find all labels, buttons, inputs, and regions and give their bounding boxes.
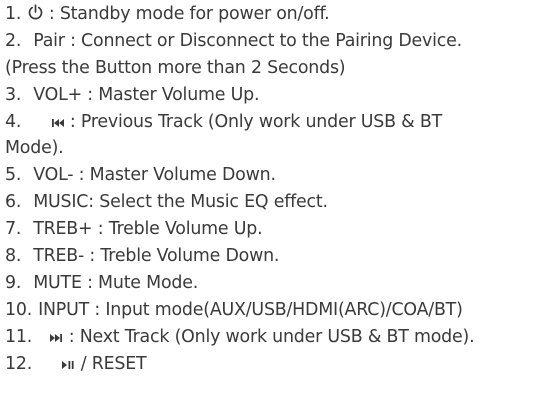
item-text: : Next Track (Only work under USB & BT m… (68, 326, 475, 347)
item-text: : Standby mode for power on/off. (48, 4, 330, 24)
item-text: Pair : Connect or Disconnect to the Pair… (33, 30, 462, 51)
item-number: 12. (5, 353, 33, 374)
instruction-line-12: 12. / RESET (5, 351, 544, 378)
item-text: TREB+ : Treble Volume Up. (33, 219, 263, 240)
previous-track-icon (51, 117, 65, 129)
instruction-line-2: 2. Pair : Connect or Disconnect to the Pa… (5, 28, 544, 55)
instruction-line-8: 8. TREB- : Treble Volume Down. (5, 243, 544, 270)
instruction-line-4: 4. : Previous Track (Only work under USB… (5, 109, 544, 136)
instruction-line-1: 1. : Standby mode for power on/off. (5, 1, 544, 28)
item-text: VOL+ : Master Volume Up. (33, 84, 260, 105)
item-text: : Previous Track (Only work under USB & … (69, 111, 442, 132)
item-number: 10. (5, 299, 33, 320)
item-number: 7. (5, 219, 22, 240)
item-text: INPUT : Input mode(AUX/USB/HDMI(ARC)/COA… (38, 299, 463, 320)
item-number: 8. (5, 246, 22, 267)
instruction-line-4-continued: Mode). (5, 135, 544, 162)
instruction-line-3: 3. VOL+ : Master Volume Up. (5, 82, 544, 109)
instruction-line-5: 5. VOL- : Master Volume Down. (5, 162, 544, 189)
item-number: 11. (5, 326, 33, 347)
item-text: TREB- : Treble Volume Down. (33, 246, 280, 267)
item-number: 6. (5, 192, 22, 213)
instruction-line-11: 11. : Next Track (Only work under USB & … (5, 324, 544, 351)
instruction-line-2-continued: (Press the Button more than 2 Seconds) (5, 55, 544, 82)
item-text: VOL- : Master Volume Down. (33, 165, 276, 186)
power-icon (27, 4, 44, 21)
item-text: Mode). (5, 138, 64, 159)
instruction-line-7: 7. TREB+ : Treble Volume Up. (5, 216, 544, 243)
item-text: MUTE : Mute Mode. (33, 272, 199, 293)
item-number: 3. (5, 84, 22, 105)
remote-control-instructions: 1. : Standby mode for power on/off. 2. Pa… (0, 1, 544, 407)
item-number: 9. (5, 272, 22, 293)
item-text: / RESET (80, 353, 147, 374)
play-pause-icon (61, 359, 75, 371)
item-number: 5. (5, 165, 22, 186)
item-number: 4. (5, 111, 22, 132)
instruction-line-10: 10. INPUT : Input mode(AUX/USB/HDMI(ARC)/… (5, 297, 544, 324)
instruction-line-6: 6. MUSIC: Select the Music EQ effect. (5, 189, 544, 216)
item-number: 1. (5, 4, 22, 24)
item-number: 2. (5, 30, 22, 51)
instruction-line-9: 9. MUTE : Mute Mode. (5, 270, 544, 297)
item-text: (Press the Button more than 2 Seconds) (5, 57, 346, 78)
item-text: MUSIC: Select the Music EQ effect. (33, 192, 328, 213)
next-track-icon (49, 332, 63, 344)
